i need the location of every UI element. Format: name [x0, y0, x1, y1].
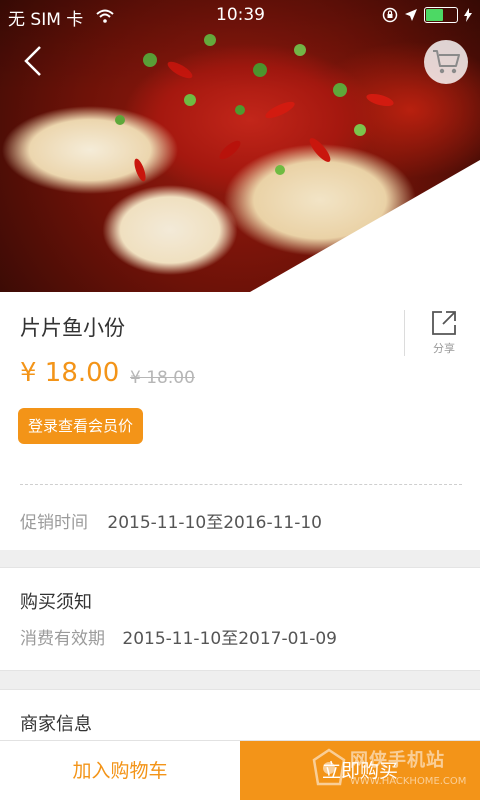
product-title: 片片鱼小份	[20, 316, 125, 340]
current-price: ¥ 18.00	[20, 358, 120, 388]
wifi-icon	[96, 8, 114, 28]
product-detail-screen: 无 SIM 卡 10:39 片片鱼小份 分享 ¥ 18.00 ¥ 18.00 登…	[0, 0, 480, 800]
share-label: 分享	[433, 342, 455, 355]
battery-icon	[424, 7, 458, 23]
member-price-login-button[interactable]: 登录查看会员价	[18, 408, 144, 444]
chevron-left-icon	[24, 46, 41, 76]
shopping-cart-icon	[433, 50, 460, 74]
promotion-period-label: 促销时间	[20, 513, 88, 533]
share-icon	[432, 311, 456, 335]
cart-button[interactable]	[424, 40, 468, 84]
promotion-period: 促销时间 2015-11-10至2016-11-10	[20, 508, 322, 533]
buy-now-button[interactable]: 立即购买	[240, 741, 480, 800]
validity-period: 消费有效期 2015-11-10至2017-01-09	[20, 624, 337, 649]
bottom-action-bar: 加入购物车 立即购买	[0, 740, 480, 800]
original-price: ¥ 18.00	[130, 368, 195, 388]
validity-label: 消费有效期	[20, 629, 105, 649]
promotion-period-value: 2015-11-10至2016-11-10	[107, 513, 322, 533]
share-button[interactable]: 分享	[404, 310, 480, 356]
rotation-lock-icon	[382, 7, 398, 23]
dashed-divider	[20, 484, 462, 485]
purchase-notice-title: 购买须知	[20, 592, 92, 613]
location-icon	[405, 9, 417, 21]
back-button[interactable]	[18, 44, 50, 78]
charging-icon	[464, 8, 472, 22]
add-to-cart-button[interactable]: 加入购物车	[0, 741, 240, 800]
status-bar: 无 SIM 卡 10:39	[0, 0, 480, 30]
purchase-notice-section: 购买须知 消费有效期 2015-11-10至2017-01-09	[0, 567, 480, 671]
merchant-info-title: 商家信息	[20, 714, 92, 735]
carrier-label: 无 SIM 卡	[8, 10, 84, 30]
product-info-card: 片片鱼小份 分享 ¥ 18.00 ¥ 18.00 登录查看会员价 促销时间 20…	[0, 292, 480, 550]
product-image	[0, 0, 480, 292]
battery-level	[426, 9, 444, 21]
clock: 10:39	[216, 5, 265, 25]
validity-value: 2015-11-10至2017-01-09	[122, 629, 337, 649]
